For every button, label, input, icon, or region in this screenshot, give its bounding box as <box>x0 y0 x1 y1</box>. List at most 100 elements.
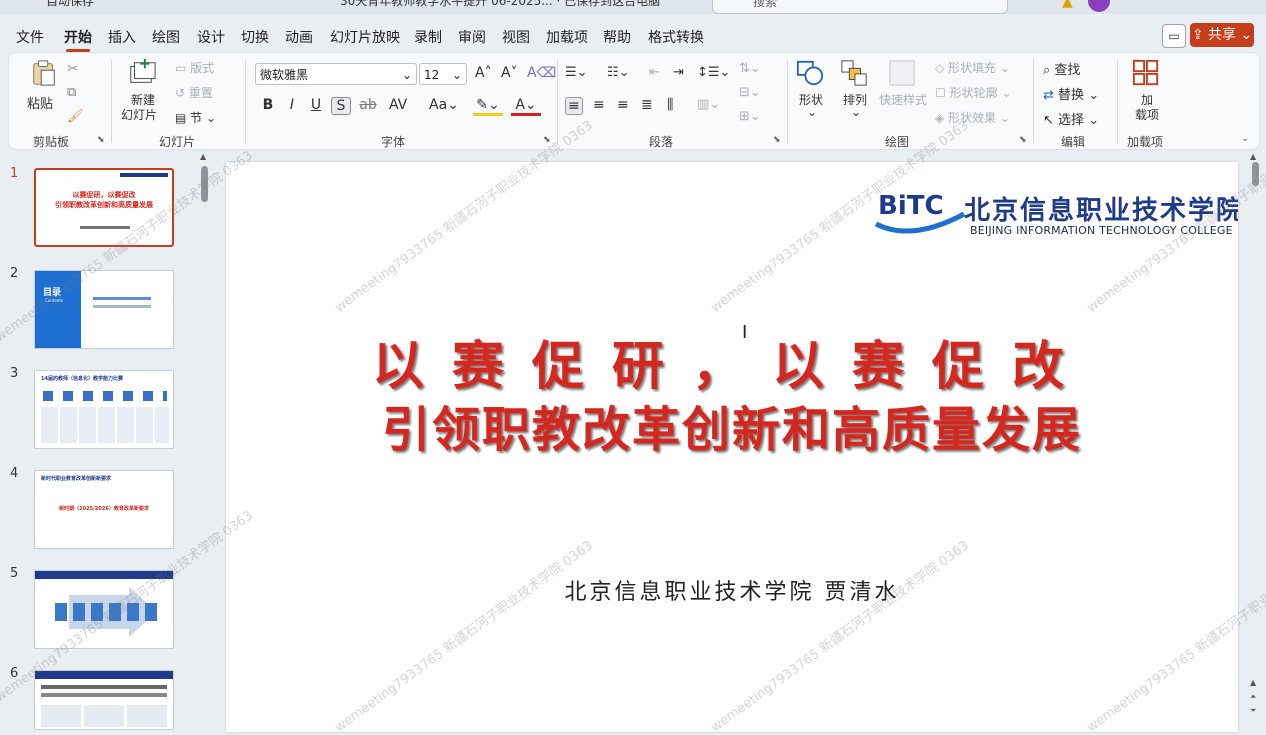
prev-slide-icon[interactable]: ⏶ <box>1250 692 1256 702</box>
slide-thumbnail-3[interactable]: 14届的教师（信息化）教学能力比赛 <box>34 370 174 449</box>
scroll-thumb[interactable] <box>201 166 208 202</box>
thumbnail-scrollbar[interactable]: ▲ <box>200 152 210 722</box>
font-launcher-icon[interactable]: ⬊ <box>543 135 551 145</box>
warning-icon[interactable]: ▲ <box>1062 0 1073 10</box>
slide-scrollbar[interactable]: ▲ ▲ ⏶ ⏷ <box>1250 152 1262 722</box>
italic-icon[interactable]: I <box>283 97 301 113</box>
underline-icon[interactable]: U <box>307 97 325 113</box>
tab-review[interactable]: 审阅 <box>458 27 486 47</box>
shape-outline-button[interactable]: ☐ 形状轮廓 ⌄ <box>935 84 1011 101</box>
tab-draw[interactable]: 绘图 <box>152 27 180 47</box>
current-slide[interactable]: BiTC 北京信息职业技术学院 BEIJING INFORMATION TECH… <box>226 162 1238 732</box>
comment-button[interactable]: ▭ <box>1162 24 1186 48</box>
shapes-dropdown-icon[interactable]: ⌄ <box>807 105 817 119</box>
layout-button[interactable]: ▭ 版式 <box>175 59 214 76</box>
shape-effects-button[interactable]: ◈ 形状效果 ⌄ <box>935 109 1010 126</box>
search-placeholder: 搜索 <box>753 0 778 9</box>
font-size-select[interactable]: 12 ⌄ <box>419 63 467 85</box>
tab-home[interactable]: 开始 <box>64 27 92 52</box>
arrange-dropdown-icon[interactable]: ⌄ <box>851 105 861 119</box>
align-center-icon[interactable]: ≡ <box>593 97 605 113</box>
distributed-icon[interactable]: ⫼ <box>667 97 673 113</box>
slide-thumbnail-4[interactable]: 新时代职业教育改革创新新要求 新时期（2025/2026）教育改革新要求 <box>34 470 174 549</box>
college-name-en: BEIJING INFORMATION TECHNOLOGY COLLEGE <box>970 224 1233 237</box>
slide-thumbnail-5[interactable] <box>34 570 174 649</box>
line-spacing-icon[interactable]: ↕☰⌄ <box>697 65 730 80</box>
tab-format-convert[interactable]: 格式转换 <box>648 27 704 47</box>
addins-icon[interactable] <box>1131 59 1161 87</box>
avatar[interactable] <box>1088 0 1110 12</box>
clipboard-launcher-icon[interactable]: ⬊ <box>97 135 105 145</box>
share-button[interactable]: ⇪ 共享 ⌄ <box>1190 23 1254 47</box>
tab-file[interactable]: 文件 <box>16 27 44 47</box>
tab-design[interactable]: 设计 <box>197 27 225 47</box>
shadow-icon[interactable]: S <box>331 97 351 115</box>
align-left-icon[interactable]: ≡ <box>565 97 583 115</box>
new-slide-label-2[interactable]: 幻灯片 <box>121 106 157 123</box>
cut-icon[interactable]: ✂ <box>67 61 79 77</box>
paste-button[interactable]: 粘贴 <box>27 93 53 112</box>
slide-title-line-2[interactable]: 引领职教改革创新和高质量发展 <box>226 390 1238 460</box>
copy-icon[interactable]: ⧉ <box>67 85 76 100</box>
numbering-icon[interactable]: ☷⌄ <box>607 65 630 80</box>
scroll-thumb[interactable] <box>1252 162 1259 186</box>
document-title: 30天青年教师教学水平提升 06-2025... · 已保存到这台电脑 <box>340 0 661 8</box>
scroll-up-icon[interactable]: ▲ <box>200 152 206 161</box>
replace-button[interactable]: ⇄ 替换 ⌄ <box>1043 84 1099 103</box>
drawing-launcher-icon[interactable]: ⬊ <box>1019 135 1027 145</box>
next-slide-icon[interactable]: ⏷ <box>1250 706 1256 716</box>
smartart-icon[interactable]: ⊞⌄ <box>739 109 761 124</box>
strikethrough-icon[interactable]: ab <box>359 97 377 113</box>
shape-fill-button[interactable]: ◇ 形状填充 ⌄ <box>935 59 1010 76</box>
decrease-indent-icon[interactable]: ⇤ <box>649 65 660 80</box>
presenter-name[interactable]: 北京信息职业技术学院 贾清水 <box>226 574 1238 606</box>
tab-slideshow[interactable]: 幻灯片放映 <box>330 27 400 47</box>
tab-insert[interactable]: 插入 <box>108 27 136 47</box>
collapse-ribbon-icon[interactable]: ⌄ <box>1241 133 1249 144</box>
thumb-title: 14届的教师（信息化）教学能力比赛 <box>41 376 123 382</box>
autosave-label[interactable]: 自动保存 <box>46 0 94 9</box>
arrange-icon[interactable] <box>839 59 869 87</box>
align-text-icon[interactable]: ⊟⌄ <box>739 85 761 100</box>
text-direction-icon[interactable]: ⇅⌄ <box>739 61 761 76</box>
paragraph-launcher-icon[interactable]: ⬊ <box>773 135 781 145</box>
search-box[interactable]: 搜索 <box>712 0 1008 14</box>
char-spacing-icon[interactable]: AV <box>389 97 407 113</box>
font-family-select[interactable]: 微软雅黑 ⌄ <box>255 63 417 85</box>
highlight-icon[interactable]: ✎⌄ <box>473 97 503 116</box>
tab-transitions[interactable]: 切换 <box>241 27 269 47</box>
quick-styles-button[interactable]: 快速样式 <box>879 91 927 108</box>
tab-animations[interactable]: 动画 <box>285 27 313 47</box>
slide-title-line-1[interactable]: 以赛促研，以赛促改 <box>226 324 1238 399</box>
find-button[interactable]: ⌕ 查找 <box>1043 59 1080 78</box>
shrink-font-icon[interactable]: A˅ <box>501 65 518 81</box>
tab-addins[interactable]: 加载项 <box>546 27 588 47</box>
scroll-down-icon[interactable]: ▲ <box>1250 678 1256 687</box>
quick-styles-icon[interactable] <box>887 59 917 87</box>
tab-help[interactable]: 帮助 <box>603 27 631 47</box>
format-painter-icon[interactable]: 🖌 <box>67 109 84 124</box>
shapes-icon[interactable] <box>795 59 825 87</box>
clear-format-icon[interactable]: A⌫ <box>527 65 556 81</box>
justify-icon[interactable]: ≣ <box>641 97 653 113</box>
scroll-up-icon[interactable]: ▲ <box>1250 152 1256 161</box>
slide-thumbnail-6[interactable] <box>34 670 174 730</box>
reset-button[interactable]: ↺ 重置 <box>175 84 213 101</box>
new-slide-icon[interactable] <box>127 59 157 87</box>
tab-record[interactable]: 录制 <box>414 27 442 47</box>
addins-label-2[interactable]: 载项 <box>1135 106 1159 123</box>
increase-indent-icon[interactable]: ⇥ <box>673 65 684 80</box>
tab-view[interactable]: 视图 <box>502 27 530 47</box>
select-button[interactable]: ↖ 选择 ⌄ <box>1043 109 1099 128</box>
bold-icon[interactable]: B <box>259 97 277 113</box>
change-case-icon[interactable]: Aa⌄ <box>427 97 461 113</box>
columns-icon[interactable]: ▥⌄ <box>697 97 720 112</box>
slide-thumbnail-1[interactable]: 以赛促研，以赛促改 引领职教改革创新和高质量发展 <box>34 168 174 247</box>
section-button[interactable]: ▤ 节 ⌄ <box>175 109 216 126</box>
grow-font-icon[interactable]: A˄ <box>475 65 492 81</box>
align-right-icon[interactable]: ≡ <box>617 97 629 113</box>
font-color-icon[interactable]: A⌄ <box>511 97 541 116</box>
paste-icon[interactable] <box>29 59 59 87</box>
slide-thumbnail-2[interactable]: 目录 Contents <box>34 270 174 349</box>
bullets-icon[interactable]: ☰⌄ <box>565 65 588 80</box>
